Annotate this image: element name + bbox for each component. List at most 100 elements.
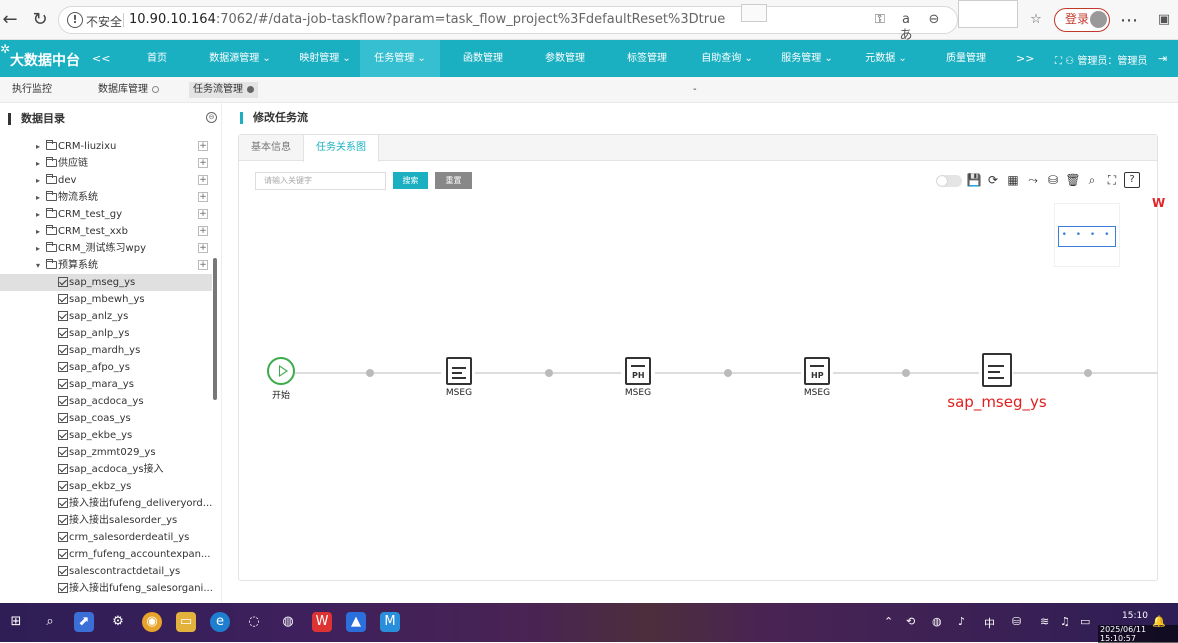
tree-leaf-selected[interactable]: sap_mseg_ys xyxy=(0,274,212,291)
add-icon[interactable]: + xyxy=(198,243,208,253)
add-icon[interactable]: + xyxy=(198,226,208,236)
refresh-icon[interactable]: ⟳ xyxy=(985,172,1001,188)
tree-folder[interactable]: ▸ 物流系统 + xyxy=(0,189,212,206)
back-icon[interactable]: ← xyxy=(0,10,20,30)
tree-folder[interactable]: ▸ 供应链 + xyxy=(0,155,212,172)
photos-icon[interactable]: ▲ xyxy=(346,612,366,632)
tab-database[interactable]: 数据库管理 xyxy=(98,82,159,98)
close-icon[interactable] xyxy=(247,85,254,93)
login-button[interactable]: 登录 xyxy=(1054,8,1110,32)
add-icon[interactable]: + xyxy=(198,192,208,202)
reload-icon[interactable]: ↻ xyxy=(30,10,50,30)
address-bar[interactable]: ! 不安全 10.90.10.164:7062/#/data-job-taskf… xyxy=(58,6,958,34)
tab-monitor[interactable]: 执行监控 xyxy=(12,82,52,98)
nav-parameter[interactable]: 参数管理 xyxy=(540,40,590,77)
close-icon[interactable] xyxy=(152,85,159,93)
minimap-viewport[interactable]: • • • • xyxy=(1058,226,1116,247)
caret-right-icon[interactable]: ▸ xyxy=(36,206,40,223)
tree-folder[interactable]: ▸ dev + xyxy=(0,172,212,189)
url-text[interactable]: 10.90.10.164:7062/#/data-job-taskflow?pa… xyxy=(129,12,725,27)
user-info[interactable]: ⛶ ⚇ 管理员：管理员 xyxy=(1055,52,1147,67)
tree-leaf[interactable]: crm_salesorderdeatil_ys xyxy=(0,529,212,546)
ime-indicator[interactable]: 中 xyxy=(984,615,995,631)
sidebar-toggle-icon[interactable]: ▣ xyxy=(1156,12,1172,28)
fit-screen-icon[interactable]: ⛶ xyxy=(1104,172,1120,188)
nav-task[interactable]: 任务管理 ⌄ xyxy=(360,40,440,77)
flow-node-start[interactable]: 开始 xyxy=(261,357,301,401)
clock-time[interactable]: 15:10 xyxy=(1122,611,1148,621)
flow-node[interactable]: PH MSEG xyxy=(618,357,658,398)
tree-leaf[interactable]: sap_ekbe_ys xyxy=(0,427,212,444)
chevron-up-icon[interactable]: ⌃ xyxy=(884,615,893,628)
tree-leaf[interactable]: sap_mardh_ys xyxy=(0,342,212,359)
notification-icon[interactable]: 🔔 xyxy=(1152,615,1166,628)
tree-leaf[interactable]: sap_zmmt029_ys xyxy=(0,444,212,461)
more-icon[interactable]: ⋯ xyxy=(1120,10,1138,31)
tree-leaf[interactable]: sap_afpo_ys xyxy=(0,359,212,376)
tree-leaf[interactable]: 接入接出fufeng_deliveryord... xyxy=(0,495,212,512)
folder-icon[interactable]: ▭ xyxy=(176,612,196,632)
tree-leaf[interactable]: sap_mbewh_ys xyxy=(0,291,212,308)
tree-leaf[interactable]: sap_coas_ys xyxy=(0,410,212,427)
search-icon[interactable]: ⌕ xyxy=(40,612,60,632)
nav-function[interactable]: 函数管理 xyxy=(458,40,508,77)
caret-right-icon[interactable]: ▸ xyxy=(36,189,40,206)
nav-metadata[interactable]: 元数据 ⌄ xyxy=(860,40,912,77)
logout-icon[interactable]: ⇥ xyxy=(1158,52,1167,65)
nav-quality[interactable]: 质量管理 xyxy=(940,40,992,77)
tree-folder[interactable]: ▸ CRM_测试练习wpy + xyxy=(0,240,212,257)
search-input[interactable]: 请输入关键字 xyxy=(255,172,386,190)
add-icon[interactable]: + xyxy=(198,260,208,270)
nav-mapping[interactable]: 映射管理 ⌄ xyxy=(290,40,360,77)
tree-leaf[interactable]: 接入接出salesorder_ys xyxy=(0,512,212,529)
tab-relation-graph[interactable]: 任务关系图 xyxy=(303,135,379,162)
save-icon[interactable]: 💾 xyxy=(966,172,982,188)
caret-right-icon[interactable]: ▸ xyxy=(36,155,40,172)
tree-folder[interactable]: ▸ CRM-liuzixu + xyxy=(0,138,212,155)
edge-handle[interactable] xyxy=(724,369,732,377)
chatgpt-icon[interactable]: ⚙ xyxy=(108,612,128,632)
caret-right-icon[interactable]: ▸ xyxy=(36,172,40,189)
wps-app-icon[interactable]: W xyxy=(312,612,332,632)
connect-icon[interactable]: ⤳ xyxy=(1025,172,1041,188)
tree-folder[interactable]: ▸ CRM_test_xxb + xyxy=(0,223,212,240)
zoom-icon[interactable]: ⊖ xyxy=(926,12,942,28)
toggle-switch[interactable] xyxy=(936,175,962,187)
collapse-nav-button[interactable]: << xyxy=(92,52,110,65)
translate-icon[interactable]: aあ xyxy=(898,12,914,43)
tree-leaf[interactable]: salescontractdetail_ys xyxy=(0,563,212,580)
tree-leaf[interactable]: sap_acdoca_ys接入 xyxy=(0,461,212,478)
collapse-sidebar-icon[interactable]: ⊖ xyxy=(206,112,217,123)
nav-service[interactable]: 服务管理 ⌄ xyxy=(776,40,838,77)
app-tray-icon[interactable]: ◍ xyxy=(932,615,942,628)
flow-node[interactable]: HP MSEG xyxy=(797,357,837,398)
add-icon[interactable]: + xyxy=(198,141,208,151)
tree-folder-expanded[interactable]: ▾ 预算系统 + xyxy=(0,257,212,274)
sync-icon[interactable]: ⟲ xyxy=(906,615,915,628)
search-icon[interactable]: ⌕ xyxy=(1084,172,1100,188)
delete-icon[interactable]: 🗑 xyxy=(1065,172,1081,188)
wifi-icon[interactable]: ≋ xyxy=(1040,615,1049,628)
help-icon[interactable]: ? xyxy=(1124,172,1140,188)
app-tray-icon[interactable]: ⛁ xyxy=(1012,615,1021,628)
add-icon[interactable]: + xyxy=(198,158,208,168)
tree-folder[interactable]: ▸ CRM_test_gy + xyxy=(0,206,212,223)
search-button[interactable]: 搜索 xyxy=(393,172,428,189)
tree-leaf[interactable]: sap_ekbz_ys xyxy=(0,478,212,495)
layout-icon[interactable]: ▦ xyxy=(1005,172,1021,188)
edge-handle[interactable] xyxy=(1084,369,1092,377)
battery-icon[interactable]: ▭ xyxy=(1080,615,1090,628)
edge-icon[interactable]: e xyxy=(210,612,230,632)
chrome-icon[interactable]: ◉ xyxy=(142,612,162,632)
app-icon[interactable]: ◌ xyxy=(244,612,264,632)
key-icon[interactable]: ⚿ xyxy=(872,12,888,28)
edge-handle[interactable] xyxy=(902,369,910,377)
volume-icon[interactable]: ♫ xyxy=(1060,615,1070,628)
edge-handle[interactable] xyxy=(366,369,374,377)
start-icon[interactable]: ⊞ xyxy=(6,612,26,632)
flow-node-selected[interactable]: sap_mseg_ys xyxy=(939,353,1055,411)
app-icon[interactable]: ⬈ xyxy=(74,612,94,632)
tree-leaf[interactable]: sap_acdoca_ys xyxy=(0,393,212,410)
add-icon[interactable]: + xyxy=(198,175,208,185)
sidebar-scrollbar[interactable] xyxy=(213,258,217,400)
